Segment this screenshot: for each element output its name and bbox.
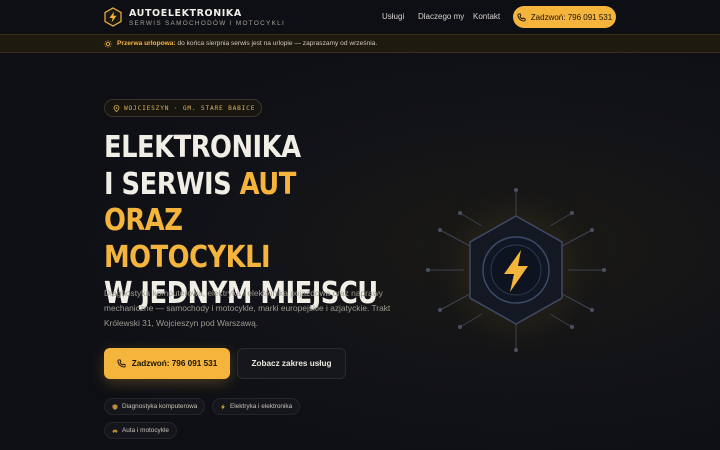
header-call-label: Zadzwoń: 796 091 531 (530, 12, 613, 22)
nav-link-dlaczego-my[interactable]: Dlaczego my (418, 12, 464, 21)
vacation-banner: Przerwa urlopowa: do końca sierpnia serw… (0, 34, 720, 53)
header-call-button[interactable]: Zadzwoń: 796 091 531 (513, 6, 616, 28)
brand-name: AUTOELEKTRONIKA (129, 8, 242, 19)
banner-message: do końca sierpnia serwis jest na urlopie… (175, 40, 378, 47)
call-button-label: Zadzwoń: 796 091 531 (131, 359, 218, 368)
chip-label: Diagnostyka komputerowa (122, 403, 198, 410)
bolt-logo-icon (104, 7, 122, 27)
headline-line-2a: I SERWIS (104, 166, 240, 202)
hero-lead: Diagnostyka komputerowa, elektryka i ele… (104, 288, 391, 328)
car-icon (112, 429, 118, 433)
call-button[interactable]: Zadzwoń: 796 091 531 (104, 348, 230, 379)
location-text: WOJCIESZYN · GM. STARE BABICE (124, 104, 256, 112)
headline-line-1: ELEKTRONIKA (104, 130, 301, 165)
nav-link-uslugi[interactable]: Usługi (382, 12, 404, 21)
brand[interactable]: AUTOELEKTRONIKA SERWIS SAMOCHODÓW I MOTO… (129, 8, 285, 28)
chip-label: Auta i motocykle (122, 427, 169, 434)
services-button-label: Zobacz zakres usług (251, 359, 332, 368)
banner-title: Przerwa urlopowa: (117, 40, 176, 47)
page: AUTOELEKTRONIKA SERWIS SAMOCHODÓW I MOTO… (0, 0, 720, 450)
feature-chip-diagnostics: Diagnostyka komputerowa (104, 398, 206, 415)
bolt-icon (221, 403, 225, 410)
site-header: AUTOELEKTRONIKA SERWIS SAMOCHODÓW I MOTO… (0, 0, 720, 34)
phone-icon (517, 12, 526, 22)
banner-text: Przerwa urlopowa: do końca sierpnia serw… (117, 40, 377, 47)
phone-icon (117, 359, 126, 368)
sun-icon (104, 40, 112, 48)
circuit-bolt-illustration (420, 174, 612, 366)
headline-line-3: MOTOCYKLI (104, 239, 271, 275)
feature-chip-electrics: Elektryka i elektronika (212, 398, 301, 415)
feature-chip-vehicles: Auta i motocykle (104, 422, 177, 439)
shield-icon (112, 403, 118, 410)
services-button[interactable]: Zobacz zakres usług (237, 348, 346, 379)
chip-label: Elektryka i elektronika (230, 403, 293, 410)
map-pin-icon (113, 104, 120, 112)
nav-link-kontakt[interactable]: Kontakt (473, 12, 500, 21)
brand-subtitle: SERWIS SAMOCHODÓW I MOTOCYKLI (129, 20, 286, 27)
location-pill: WOJCIESZYN · GM. STARE BABICE (104, 99, 262, 117)
